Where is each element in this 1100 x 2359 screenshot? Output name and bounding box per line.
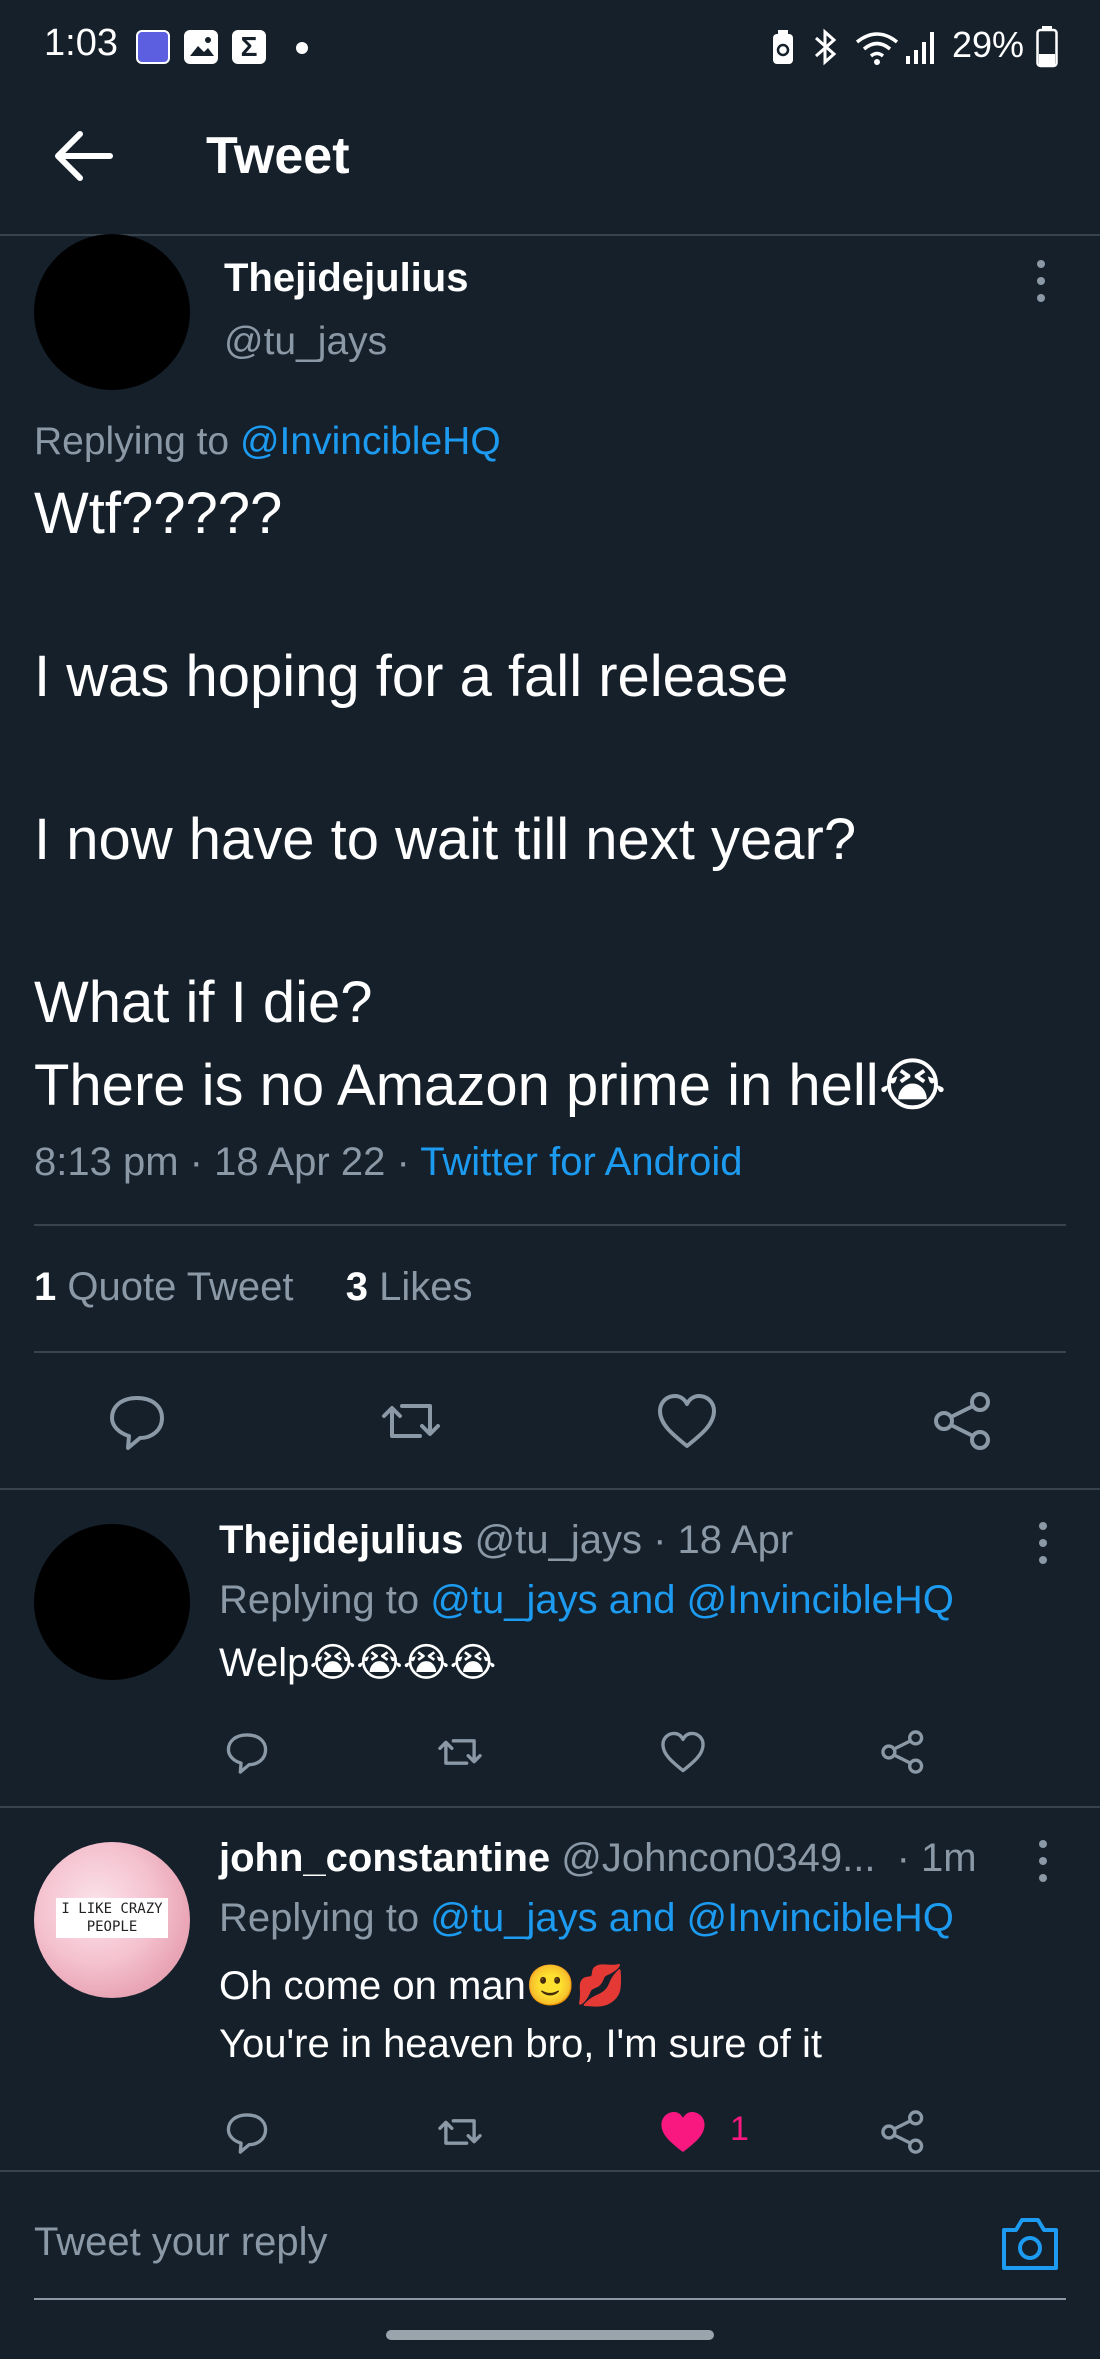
retweet-icon	[382, 1404, 440, 1438]
author-name[interactable]: Thejidejulius	[219, 1518, 463, 1562]
gallery-icon	[184, 30, 218, 64]
replying-prefix: Replying to	[219, 1578, 420, 1622]
bluetooth-icon	[815, 28, 837, 66]
reply-tweet[interactable]: Thejidejulius @tu_jays · 18 Apr Replying…	[0, 1490, 1100, 1808]
retweet-button[interactable]	[434, 2106, 486, 2158]
replying-to: Replying to @tu_jays and @InvincibleHQ	[219, 1896, 954, 1941]
sigma-icon: Σ	[232, 30, 266, 64]
tweet-text-line: What if I die?	[34, 970, 373, 1035]
status-time: 1:03	[44, 22, 118, 64]
battery-percent: 29%	[952, 24, 1025, 65]
retweet-icon	[438, 1739, 482, 1765]
tweet-text-line: There is no Amazon prime in hell😭	[34, 1053, 947, 1118]
share-button[interactable]	[928, 1386, 998, 1456]
reply-text-line: Oh come on man🙂💋	[219, 1964, 626, 2008]
battery-icon	[1036, 26, 1058, 68]
reply-header: Thejidejulius @tu_jays · 18 Apr	[219, 1518, 793, 1563]
home-indicator[interactable]	[386, 2330, 714, 2340]
page-title: Tweet	[206, 127, 350, 185]
reply-icon	[226, 2113, 268, 2154]
author-handle[interactable]: @Johncon0349...	[561, 1836, 875, 1880]
share-button[interactable]	[877, 2106, 929, 2158]
divider	[34, 1224, 1066, 1226]
heart-icon	[658, 1394, 716, 1448]
tweet-meta: 8:13 pm · 18 Apr 22 · Twitter for Androi…	[34, 1140, 743, 1184]
quote-count: 1	[34, 1265, 57, 1309]
avatar[interactable]	[34, 1524, 190, 1680]
replying-prefix: Replying to	[34, 420, 230, 463]
reply-input[interactable]	[34, 2200, 974, 2284]
likes-label: Likes	[379, 1265, 473, 1309]
retweet-button[interactable]	[376, 1386, 446, 1456]
tweet-text-line: I now have to wait till next year?	[34, 807, 857, 872]
retweet-icon	[438, 2119, 482, 2145]
tweet-time: 8:13 pm	[34, 1140, 179, 1184]
replying-to: Replying to @InvincibleHQ	[34, 420, 501, 464]
header	[0, 100, 1100, 236]
like-button[interactable]	[657, 1726, 709, 1778]
replying-prefix: Replying to	[219, 1896, 420, 1940]
reply-icon	[110, 1396, 164, 1450]
wifi-icon	[855, 32, 899, 65]
reply-text-line: Welp😭😭😭😭	[219, 1641, 497, 1685]
dot-icon	[296, 42, 308, 54]
reply-tweet[interactable]: I LIKE CRAZY PEOPLE john_constantine @Jo…	[0, 1808, 1100, 2170]
more-options-icon[interactable]	[1020, 1836, 1066, 1886]
author-handle[interactable]: @tu_jays	[224, 320, 387, 364]
avatar[interactable]: I LIKE CRAZY PEOPLE	[34, 1842, 190, 1998]
like-count: 1	[730, 2110, 749, 2148]
avatar[interactable]	[34, 234, 190, 390]
reply-icon	[226, 1733, 268, 1774]
reply-button[interactable]	[221, 2106, 273, 2158]
share-button[interactable]	[877, 1726, 929, 1778]
replying-mention-link[interactable]: @tu_jays and @InvincibleHQ	[430, 1896, 954, 1940]
author-name[interactable]: Thejidejulius	[224, 256, 468, 301]
more-options-icon[interactable]	[1020, 1518, 1066, 1568]
reply-button[interactable]	[102, 1386, 172, 1456]
like-button[interactable]	[657, 2106, 709, 2158]
heart-icon	[661, 1731, 705, 1773]
likes-link[interactable]: 3 Likes	[346, 1265, 473, 1309]
retweet-button[interactable]	[434, 1726, 486, 1778]
author-name[interactable]: john_constantine	[219, 1836, 550, 1880]
replying-to: Replying to @tu_jays and @InvincibleHQ	[219, 1578, 954, 1623]
replying-mention-link[interactable]: @tu_jays and @InvincibleHQ	[430, 1578, 954, 1622]
author-handle[interactable]: @tu_jays	[475, 1518, 642, 1562]
reply-button[interactable]	[221, 1726, 273, 1778]
tweet-text-line: Wtf?????	[34, 481, 283, 546]
quote-label: Quote Tweet	[67, 1265, 294, 1309]
reply-time: · 1m	[896, 1836, 977, 1880]
status-bar: 1:03 Σ 29%	[0, 0, 1100, 100]
share-icon	[881, 2110, 924, 2154]
like-button[interactable]	[652, 1386, 722, 1456]
likes-count: 3	[345, 1265, 368, 1309]
reply-text-line: You're in heaven bro, I'm sure of it	[219, 2022, 823, 2066]
divider	[34, 1351, 1066, 1353]
reply-input-underline	[34, 2298, 1066, 2300]
tweet-text-line: I was hoping for a fall release	[34, 644, 789, 709]
signal-icon	[906, 32, 934, 64]
tweet-stats: 1 Quote Tweet 3 Likes	[34, 1265, 472, 1310]
battery-saver-icon	[773, 30, 793, 64]
back-arrow-icon[interactable]	[52, 130, 116, 182]
more-options-icon[interactable]	[1018, 256, 1064, 306]
share-icon	[934, 1392, 990, 1450]
share-icon	[881, 1730, 924, 1774]
avatar-sticker-text: I LIKE CRAZY PEOPLE	[56, 1898, 168, 1938]
reply-header: john_constantine @Johncon0349... · 1m	[219, 1836, 977, 1881]
heart-filled-icon	[661, 2111, 705, 2153]
tweet-date: 18 Apr 22	[214, 1140, 386, 1184]
quote-tweets-link[interactable]: 1 Quote Tweet	[34, 1265, 293, 1309]
camera-icon[interactable]	[998, 2214, 1062, 2274]
reply-time: · 18 Apr	[653, 1518, 794, 1562]
app-notification-icon	[136, 30, 170, 64]
tweet-source-link[interactable]: Twitter for Android	[420, 1140, 742, 1184]
replying-mention-link[interactable]: @InvincibleHQ	[240, 420, 501, 463]
